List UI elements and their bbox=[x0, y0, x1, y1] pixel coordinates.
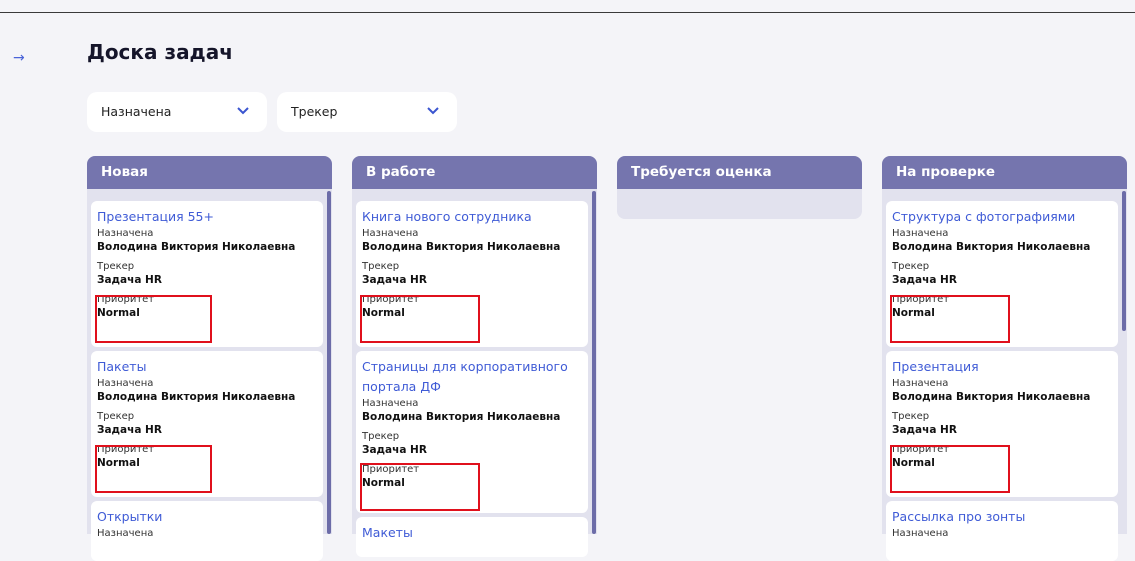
assignee-value: Володина Виктория Николаевна bbox=[97, 391, 296, 403]
field-label: Назначена bbox=[892, 228, 949, 239]
top-divider bbox=[0, 12, 1135, 13]
column-review: На проверке Структура с фотографиями Наз… bbox=[882, 156, 1127, 561]
tracker-value: Задача HR bbox=[97, 274, 162, 286]
priority-highlight bbox=[890, 445, 1010, 493]
scrollbar[interactable] bbox=[1122, 191, 1126, 331]
assignee-filter[interactable]: Назначена bbox=[87, 92, 267, 132]
scrollbar[interactable] bbox=[592, 191, 596, 534]
column-in-progress: В работе Книга нового сотрудника Назначе… bbox=[352, 156, 597, 557]
task-title-link[interactable]: Пакеты bbox=[97, 357, 323, 377]
field-label: Трекер bbox=[97, 411, 135, 422]
task-title-link[interactable]: Страницы для корпоративного bbox=[362, 357, 588, 377]
priority-highlight bbox=[95, 295, 212, 343]
scrollbar[interactable] bbox=[327, 191, 331, 534]
assignee-value: Володина Виктория Николаевна bbox=[362, 241, 561, 253]
column-header: В работе bbox=[352, 156, 597, 189]
tracker-filter[interactable]: Трекер bbox=[277, 92, 457, 132]
column-header: На проверке bbox=[882, 156, 1127, 189]
field-label: Трекер bbox=[97, 261, 135, 272]
chevron-down-icon bbox=[237, 107, 249, 115]
field-label: Трекер bbox=[892, 261, 930, 272]
column-header: Требуется оценка bbox=[617, 156, 862, 189]
task-title-link[interactable]: портала ДФ bbox=[362, 377, 588, 397]
field-label: Назначена bbox=[362, 228, 419, 239]
priority-highlight bbox=[890, 295, 1010, 343]
tracker-value: Задача HR bbox=[892, 274, 957, 286]
task-card[interactable]: Макеты bbox=[356, 517, 588, 557]
field-label: Назначена bbox=[892, 378, 949, 389]
task-title-link[interactable]: Структура с фотографиями bbox=[892, 207, 1118, 227]
priority-highlight bbox=[95, 445, 212, 493]
tracker-value: Задача HR bbox=[97, 424, 162, 436]
field-label: Назначена bbox=[362, 398, 419, 409]
task-title-link[interactable]: Презентация bbox=[892, 357, 1118, 377]
task-title-link[interactable]: Книга нового сотрудника bbox=[362, 207, 588, 227]
assignee-value: Володина Виктория Николаевна bbox=[97, 241, 296, 253]
task-title-link[interactable]: Макеты bbox=[362, 523, 588, 543]
task-title-link[interactable]: Рассылка про зонты bbox=[892, 507, 1118, 527]
tracker-value: Задача HR bbox=[362, 444, 427, 456]
field-label: Трекер bbox=[362, 261, 400, 272]
priority-highlight bbox=[360, 463, 480, 511]
arrow-right-icon[interactable]: → bbox=[13, 48, 25, 68]
column-body bbox=[617, 189, 862, 219]
tracker-filter-label: Трекер bbox=[291, 104, 338, 119]
task-card[interactable]: Рассылка про зонты Назначена bbox=[886, 501, 1118, 561]
column-new: Новая Презентация 55+ Назначена Володина… bbox=[87, 156, 332, 561]
assignee-value: Володина Виктория Николаевна bbox=[892, 241, 1091, 253]
assignee-value: Володина Виктория Николаевна bbox=[892, 391, 1091, 403]
field-label: Назначена bbox=[97, 378, 154, 389]
assignee-filter-label: Назначена bbox=[101, 104, 172, 119]
task-title-link[interactable]: Презентация 55+ bbox=[97, 207, 323, 227]
chevron-down-icon bbox=[427, 107, 439, 115]
column-header: Новая bbox=[87, 156, 332, 189]
assignee-value: Володина Виктория Николаевна bbox=[362, 411, 561, 423]
tracker-value: Задача HR bbox=[892, 424, 957, 436]
field-label: Назначена bbox=[97, 228, 154, 239]
priority-highlight bbox=[360, 295, 480, 343]
page-title: Доска задач bbox=[87, 40, 233, 64]
column-needs-estimate: Требуется оценка bbox=[617, 156, 862, 219]
field-label: Трекер bbox=[362, 431, 400, 442]
task-card[interactable]: Открытки Назначена bbox=[91, 501, 323, 561]
field-label: Трекер bbox=[892, 411, 930, 422]
tracker-value: Задача HR bbox=[362, 274, 427, 286]
task-title-link[interactable]: Открытки bbox=[97, 507, 323, 527]
